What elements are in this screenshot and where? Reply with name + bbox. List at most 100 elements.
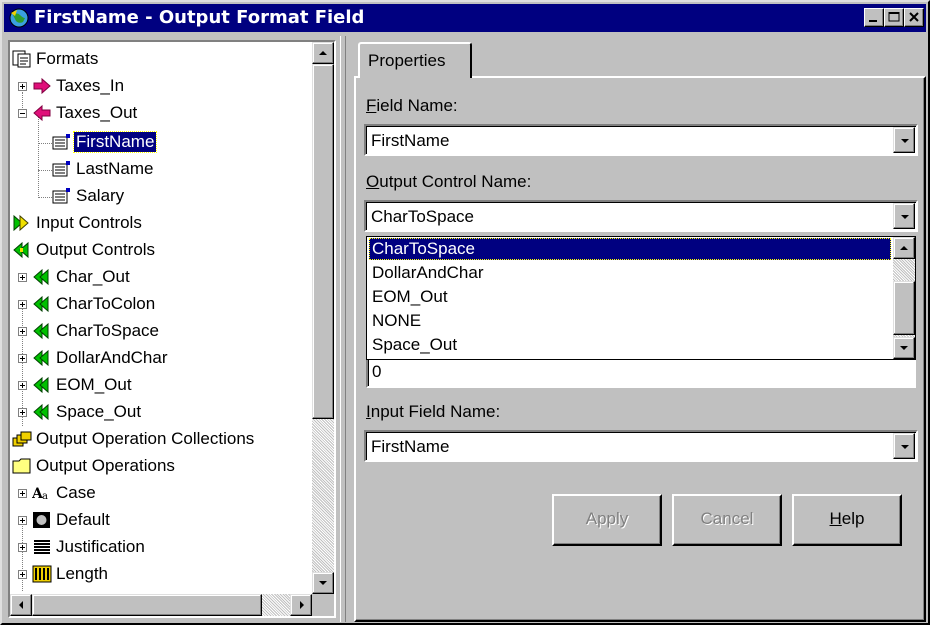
maximize-button[interactable] bbox=[884, 8, 904, 27]
dropdown-option-eom-out[interactable]: EOM_Out bbox=[369, 286, 891, 308]
expand-toggle[interactable] bbox=[18, 570, 27, 579]
input-field-label: Input Field Name: bbox=[366, 402, 500, 422]
expand-toggle[interactable] bbox=[18, 273, 27, 282]
dropdown-option-chartospace[interactable]: CharToSpace bbox=[369, 238, 891, 260]
scroll-down-button[interactable] bbox=[312, 572, 334, 594]
tree-item-length[interactable]: Length bbox=[10, 561, 310, 588]
tree-item-chartospace[interactable]: CharToSpace bbox=[10, 318, 310, 345]
dropdown-option-space-out[interactable]: Space_Out bbox=[369, 334, 891, 356]
close-icon bbox=[909, 12, 919, 22]
tree-item-taxes-in[interactable]: Taxes_In bbox=[10, 73, 310, 100]
tree-item-default[interactable]: Default bbox=[10, 507, 310, 534]
title-bar[interactable]: FirstName - Output Format Field bbox=[4, 4, 926, 32]
tree-item-label: Taxes_Out bbox=[56, 103, 138, 122]
apply-button[interactable]: Apply bbox=[552, 494, 662, 546]
field-icon bbox=[52, 188, 70, 204]
output-control-icon bbox=[33, 349, 49, 367]
tree-item-input-controls[interactable]: Input Controls bbox=[10, 210, 310, 237]
tree-item-case[interactable]: A a Case bbox=[10, 480, 310, 507]
tree-item-chartocolon[interactable]: CharToColon bbox=[10, 291, 310, 318]
tab-properties[interactable]: Properties bbox=[358, 42, 472, 78]
output-control-label: Output Control Name: bbox=[366, 172, 531, 192]
arrow-up-icon bbox=[900, 246, 908, 250]
field-name-label: Field Name: bbox=[366, 96, 458, 116]
tree-item-lastname[interactable]: LastName bbox=[10, 156, 310, 183]
window-title: FirstName - Output Format Field bbox=[34, 7, 365, 28]
expand-toggle[interactable] bbox=[18, 354, 27, 363]
tree-item-output-controls[interactable]: Output Controls bbox=[10, 237, 310, 264]
tree-item-space-out[interactable]: Space_Out bbox=[10, 399, 310, 426]
horizontal-scroll-thumb[interactable] bbox=[32, 594, 262, 616]
tree-item-label: Output Operations bbox=[36, 456, 175, 475]
field-name-combobox[interactable]: FirstName bbox=[364, 124, 918, 156]
scroll-right-button[interactable] bbox=[290, 594, 312, 616]
dropdown-scroll-down-button[interactable] bbox=[893, 337, 915, 359]
dropdown-scroll-thumb[interactable] bbox=[893, 281, 915, 335]
apply-button-label: Apply bbox=[585, 509, 629, 528]
scroll-left-button[interactable] bbox=[10, 594, 32, 616]
svg-text:a: a bbox=[42, 491, 48, 502]
expand-toggle[interactable] bbox=[18, 408, 27, 417]
output-control-label-text: utput Control Name: bbox=[379, 172, 532, 191]
dropdown-option-dollarandchar[interactable]: DollarAndChar bbox=[369, 262, 891, 284]
output-control-combobox[interactable]: CharToSpace bbox=[364, 200, 918, 232]
expand-toggle[interactable] bbox=[18, 489, 27, 498]
expand-toggle[interactable] bbox=[18, 543, 27, 552]
input-field-dropdown-button[interactable] bbox=[893, 433, 915, 459]
tree-item-firstname[interactable]: FirstName bbox=[10, 129, 310, 156]
output-control-accel: O bbox=[366, 172, 380, 191]
minimize-icon bbox=[869, 20, 877, 22]
tree-item-dollarandchar[interactable]: DollarAndChar bbox=[10, 345, 310, 372]
tree-item-output-operation-collections[interactable]: Output Operation Collections bbox=[10, 426, 310, 453]
tree-item-label: Taxes_In bbox=[56, 76, 125, 95]
tab-label: Properties bbox=[368, 51, 446, 70]
vertical-scroll-thumb[interactable] bbox=[312, 64, 334, 419]
input-field-combobox[interactable]: FirstName bbox=[364, 430, 918, 462]
tree-item-output-operations[interactable]: Output Operations bbox=[10, 453, 310, 480]
cancel-button[interactable]: Cancel bbox=[672, 494, 782, 546]
formats-icon bbox=[12, 50, 31, 68]
field-name-dropdown-button[interactable] bbox=[893, 127, 915, 153]
tree-item-label: Salary bbox=[76, 186, 125, 205]
output-control-icon bbox=[33, 403, 49, 421]
output-control-value: CharToSpace bbox=[371, 207, 475, 226]
close-button[interactable] bbox=[904, 8, 924, 27]
expand-toggle[interactable] bbox=[18, 300, 27, 309]
output-control-dropdown-button[interactable] bbox=[893, 203, 915, 229]
tree-item-label: LastName bbox=[76, 159, 154, 178]
output-format-field-window: FirstName - Output Format Field Formats … bbox=[0, 0, 930, 625]
output-control-icon bbox=[33, 295, 49, 313]
field-name-label-text: ield Name: bbox=[376, 96, 458, 115]
tree-item-label: Char_Out bbox=[56, 267, 130, 286]
minimize-button[interactable] bbox=[864, 8, 884, 27]
expand-toggle[interactable] bbox=[18, 82, 27, 91]
tree-item-label: CharToSpace bbox=[56, 321, 160, 340]
chevron-down-icon bbox=[901, 445, 909, 449]
arrow-up-icon bbox=[319, 51, 327, 55]
tree-item-eom-out[interactable]: EOM_Out bbox=[10, 372, 310, 399]
field-name-value: FirstName bbox=[371, 131, 450, 150]
tree-item-label: DollarAndChar bbox=[56, 348, 168, 367]
output-control-dropdown-list[interactable]: CharToSpace DollarAndChar EOM_Out NONE S… bbox=[366, 236, 916, 360]
dropdown-option-none[interactable]: NONE bbox=[369, 310, 891, 332]
tree-item-label: EOM_Out bbox=[56, 375, 132, 394]
expand-toggle[interactable] bbox=[18, 381, 27, 390]
expand-toggle[interactable] bbox=[18, 327, 27, 336]
tree-item-label: Formats bbox=[36, 49, 99, 68]
tree-item-salary[interactable]: Salary bbox=[10, 183, 310, 210]
tree-item-taxes-out[interactable]: Taxes_Out bbox=[10, 100, 310, 127]
input-controls-icon bbox=[13, 214, 29, 232]
tree-item-formats[interactable]: Formats bbox=[10, 46, 310, 73]
expand-toggle[interactable] bbox=[18, 516, 27, 525]
tree-item-justification[interactable]: Justification bbox=[10, 534, 310, 561]
format-tree-view[interactable]: Formats Taxes_In Taxes_Out FirstName Las… bbox=[8, 40, 336, 618]
tree-item-char-out[interactable]: Char_Out bbox=[10, 264, 310, 291]
scroll-up-button[interactable] bbox=[312, 42, 334, 64]
tree-item-label: Input Controls bbox=[36, 213, 142, 232]
chevron-down-icon bbox=[901, 215, 909, 219]
dropdown-scroll-up-button[interactable] bbox=[893, 237, 915, 259]
collapse-toggle[interactable] bbox=[18, 109, 27, 118]
help-button[interactable]: Help bbox=[792, 494, 902, 546]
output-control-icon bbox=[33, 376, 49, 394]
panel-splitter[interactable] bbox=[340, 36, 346, 622]
